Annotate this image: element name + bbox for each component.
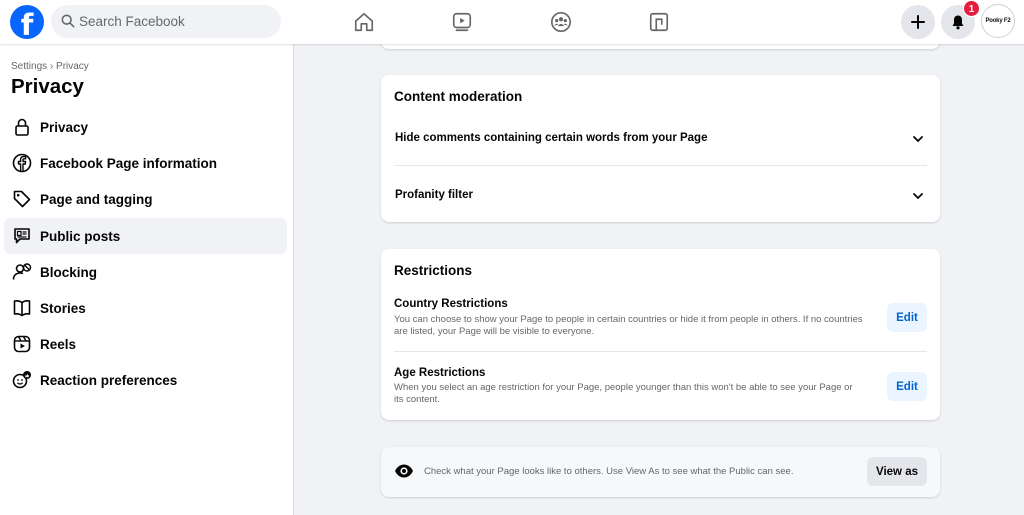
sidebar-item-stories[interactable]: Stories — [4, 290, 287, 326]
reaction-icon — [5, 362, 39, 398]
breadcrumb[interactable]: Settings › Privacy — [11, 61, 89, 72]
gaming-tab[interactable] — [642, 6, 676, 38]
sidebar-item-label: Public posts — [40, 228, 121, 244]
stories-icon — [5, 290, 39, 326]
video-tab[interactable] — [445, 6, 479, 38]
profanity-filter-row-label[interactable]: Profanity filter — [395, 189, 473, 201]
content-moderation-heading: Content moderation — [394, 89, 523, 104]
sidebar-item-public-posts[interactable]: Public posts — [4, 218, 287, 254]
age-restrictions-edit-button[interactable]: Edit — [887, 372, 927, 401]
sidebar-item-reels[interactable]: Reels — [4, 326, 287, 362]
sidebar-item-privacy[interactable]: Privacy — [4, 109, 287, 145]
search-icon — [61, 14, 75, 28]
view-as-button[interactable]: View as — [867, 457, 927, 486]
tag-icon — [5, 181, 39, 217]
age-restrictions-description: When you select an age restriction for y… — [394, 382, 853, 405]
plus-icon — [911, 15, 925, 29]
search-input[interactable] — [79, 5, 274, 38]
restrictions-card: Restrictions Country Restrictions You ca… — [381, 249, 940, 420]
sidebar-item-reaction-preferences[interactable]: Reaction preferences — [4, 362, 287, 398]
hide-comments-row-label[interactable]: Hide comments containing certain words f… — [395, 132, 707, 144]
sidebar-item-label: Stories — [40, 300, 86, 316]
blocking-icon — [5, 254, 39, 290]
divider — [394, 165, 927, 166]
divider — [394, 351, 927, 352]
search-box[interactable] — [51, 5, 281, 38]
video-icon — [452, 12, 472, 32]
groups-tab[interactable] — [544, 6, 578, 38]
sidebar-item-label: Reaction preferences — [40, 372, 178, 388]
facebook-icon — [5, 145, 39, 181]
notification-badge: 1 — [963, 0, 980, 17]
reels-icon — [5, 326, 39, 362]
page-title: Privacy — [11, 75, 84, 98]
eye-icon — [395, 464, 413, 478]
chevron-down-icon[interactable] — [912, 190, 924, 202]
bell-icon — [952, 15, 964, 30]
sidebar-item-blocking[interactable]: Blocking — [4, 254, 287, 290]
sidebar-item-label: Blocking — [40, 264, 98, 280]
public-posts-icon — [5, 218, 39, 254]
country-restrictions-description: You can choose to show your Page to peop… — [394, 314, 863, 337]
groups-icon — [551, 12, 571, 32]
gaming-icon — [649, 12, 669, 32]
country-restrictions-title: Country Restrictions — [394, 298, 508, 310]
age-restrictions-title: Age Restrictions — [394, 367, 486, 379]
view-as-description: Check what your Page looks like to other… — [424, 466, 794, 477]
home-icon — [354, 12, 374, 32]
view-as-card: Check what your Page looks like to other… — [381, 447, 940, 497]
account-avatar[interactable]: Pooky F2 — [981, 4, 1015, 38]
create-button[interactable] — [901, 5, 935, 39]
sidebar-item-label: Privacy — [40, 119, 89, 135]
sidebar-item-label: Reels — [40, 336, 77, 352]
avatar-label: Pooky F2 — [985, 18, 1011, 24]
home-tab[interactable] — [347, 6, 381, 38]
lock-icon — [5, 109, 39, 145]
facebook-logo-letter: f — [20, 8, 34, 42]
sidebar-item-page-and-tagging[interactable]: Page and tagging — [4, 181, 287, 217]
country-restrictions-edit-button[interactable]: Edit — [887, 303, 927, 332]
sidebar-item-label: Page and tagging — [40, 191, 153, 207]
chevron-down-icon[interactable] — [912, 133, 924, 145]
sidebar-item-page-information[interactable]: Facebook Page information — [4, 145, 287, 181]
content-moderation-card: Content moderation Hide comments contain… — [381, 75, 940, 222]
restrictions-heading: Restrictions — [394, 263, 473, 278]
top-navigation-bar: f 1 Pooky F2 — [0, 0, 1024, 44]
facebook-logo[interactable]: f — [10, 5, 44, 42]
sidebar-item-label: Facebook Page information — [40, 155, 218, 171]
settings-sidebar: Settings › Privacy Privacy Privacy Faceb… — [0, 44, 294, 515]
